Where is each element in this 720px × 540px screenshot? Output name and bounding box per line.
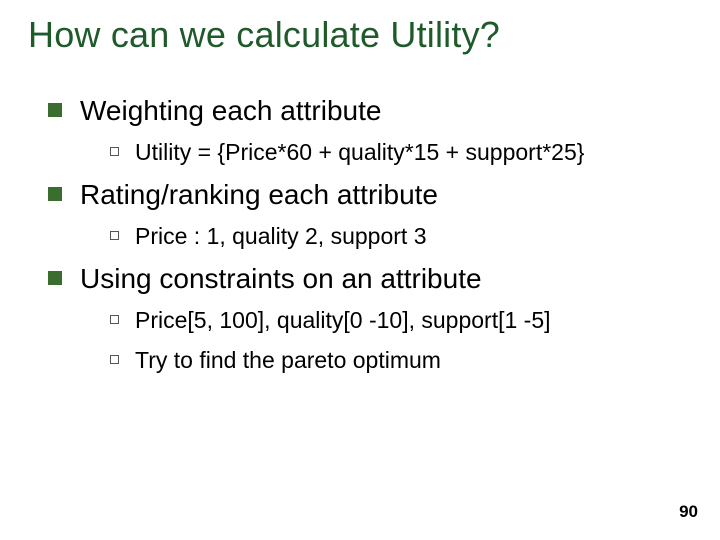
sub-text: Utility = {Price*60 + quality*15 + suppo… xyxy=(135,138,584,166)
square-bullet-icon xyxy=(48,271,62,285)
hollow-square-icon xyxy=(110,315,119,324)
sub-text: Price : 1, quality 2, support 3 xyxy=(135,222,427,250)
section-2: Rating/ranking each attribute Price : 1,… xyxy=(48,178,668,250)
section-3: Using constraints on an attribute Price[… xyxy=(48,262,668,374)
heading-text: Rating/ranking each attribute xyxy=(80,178,438,212)
section-1: Weighting each attribute Utility = {Pric… xyxy=(48,94,668,166)
slide-title: How can we calculate Utility? xyxy=(28,14,500,56)
hollow-square-icon xyxy=(110,355,119,364)
heading-text: Weighting each attribute xyxy=(80,94,381,128)
square-bullet-icon xyxy=(48,103,62,117)
heading-text: Using constraints on an attribute xyxy=(80,262,482,296)
bullet-level1: Weighting each attribute xyxy=(48,94,668,128)
slide: How can we calculate Utility? Weighting … xyxy=(0,0,720,540)
bullet-level2: Try to find the pareto optimum xyxy=(110,346,668,374)
hollow-square-icon xyxy=(110,147,119,156)
hollow-square-icon xyxy=(110,231,119,240)
sub-text: Try to find the pareto optimum xyxy=(135,346,441,374)
bullet-level2: Price[5, 100], quality[0 -10], support[1… xyxy=(110,306,668,334)
bullet-level1: Rating/ranking each attribute xyxy=(48,178,668,212)
bullet-level2: Utility = {Price*60 + quality*15 + suppo… xyxy=(110,138,668,166)
page-number: 90 xyxy=(679,502,698,522)
sub-text: Price[5, 100], quality[0 -10], support[1… xyxy=(135,306,551,334)
bullet-level1: Using constraints on an attribute xyxy=(48,262,668,296)
slide-content: Weighting each attribute Utility = {Pric… xyxy=(48,86,668,386)
bullet-level2: Price : 1, quality 2, support 3 xyxy=(110,222,668,250)
square-bullet-icon xyxy=(48,187,62,201)
